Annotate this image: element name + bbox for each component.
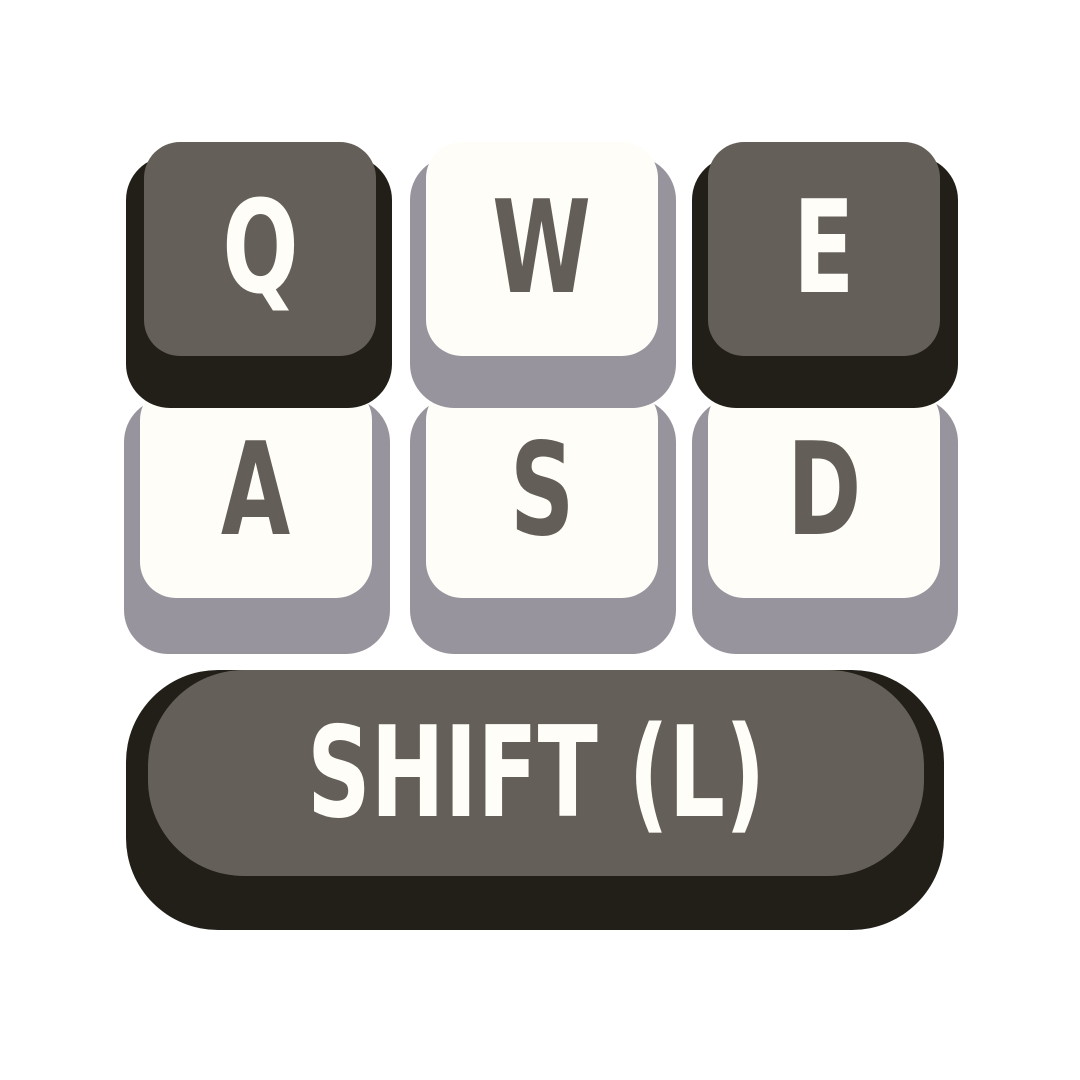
key-shift-left[interactable]: SHIFT (L) (126, 670, 944, 930)
key-d-cap: D (708, 384, 940, 598)
key-d[interactable]: D (692, 384, 958, 656)
key-q[interactable]: Q (126, 142, 392, 408)
key-shift-label: SHIFT (L) (306, 699, 766, 846)
key-w[interactable]: W (410, 142, 676, 408)
key-w-label: W (492, 174, 592, 323)
key-a[interactable]: A (124, 384, 390, 656)
key-e[interactable]: E (692, 142, 958, 408)
key-e-label: E (793, 174, 855, 323)
key-a-cap: A (140, 384, 372, 598)
key-e-cap: E (708, 142, 940, 356)
key-s-label: S (509, 416, 575, 565)
key-shift-cap: SHIFT (L) (148, 670, 924, 876)
key-s[interactable]: S (410, 384, 676, 656)
key-w-cap: W (426, 142, 658, 356)
key-a-label: A (221, 416, 291, 565)
key-d-label: D (786, 416, 862, 565)
key-s-cap: S (426, 384, 658, 598)
key-q-label: Q (221, 174, 299, 323)
key-q-cap: Q (144, 142, 376, 356)
